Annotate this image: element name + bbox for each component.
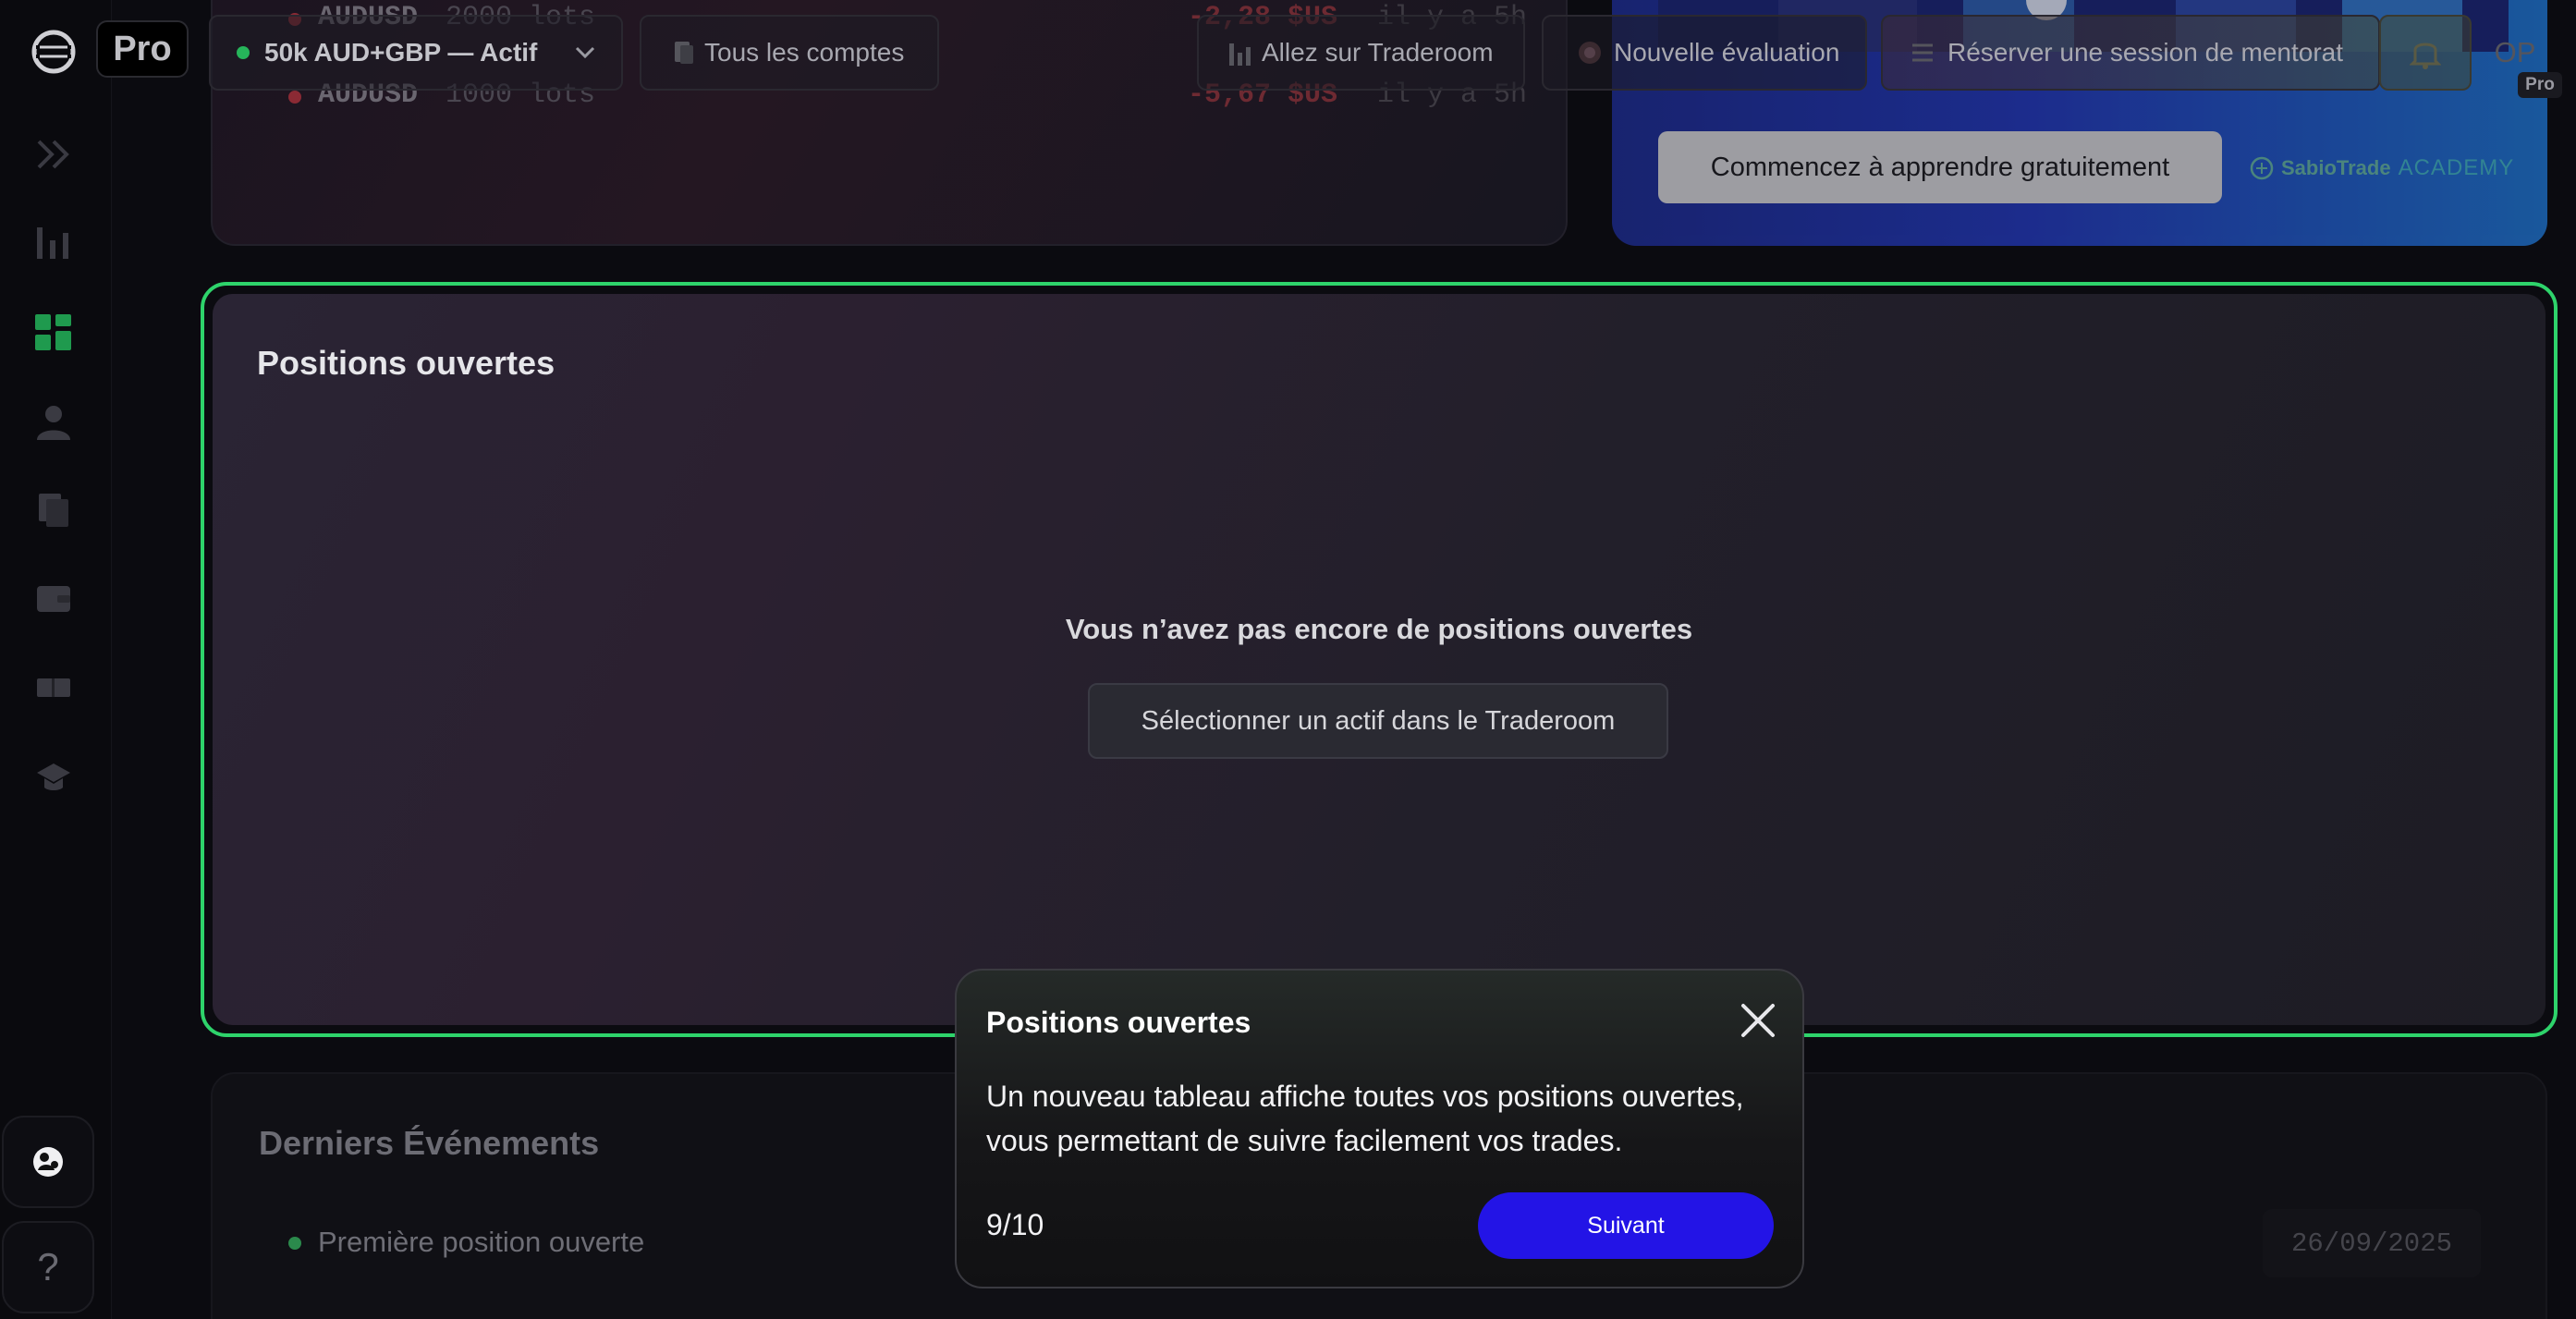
community-button[interactable] — [2, 1116, 94, 1208]
evaluation-icon — [1579, 42, 1601, 64]
start-learning-button[interactable]: Commencez à apprendre gratuitement — [1658, 131, 2222, 203]
new-evaluation-label: Nouvelle évaluation — [1614, 38, 1840, 67]
dashboard-icon[interactable] — [33, 312, 74, 353]
loss-dot — [288, 91, 301, 104]
select-asset-button[interactable]: Sélectionner un actif dans le Traderoom — [1088, 683, 1668, 759]
book-mentoring-button[interactable]: Réserver une session de mentorat — [1881, 15, 2380, 91]
mentoring-label: Réserver une session de mentorat — [1947, 38, 2343, 67]
event-date: 26/09/2025 — [2263, 1209, 2481, 1277]
community-icon — [33, 1147, 63, 1177]
ticket-icon[interactable] — [33, 667, 74, 708]
help-button[interactable]: ? — [2, 1221, 94, 1313]
tour-title: Positions ouvertes — [986, 1006, 1251, 1039]
academy-icon[interactable] — [33, 756, 74, 797]
event-label: Première position ouverte — [318, 1226, 645, 1258]
traderoom-label: Allez sur Traderoom — [1262, 38, 1494, 67]
academy-brand: SabioTrade ACADEMY — [2250, 153, 2514, 184]
all-accounts-label: Tous les comptes — [704, 38, 905, 67]
sidebar: ? — [0, 0, 112, 1319]
notifications-button[interactable] — [2379, 15, 2472, 91]
sabiotrade-logo-icon — [2250, 156, 2274, 180]
expand-icon[interactable] — [33, 134, 74, 175]
positions-title: Positions ouvertes — [257, 344, 555, 382]
account-status-dot — [237, 46, 250, 59]
tour-description: Un nouveau tableau affiche toutes vos po… — [986, 1080, 1744, 1157]
new-evaluation-button[interactable]: Nouvelle évaluation — [1542, 15, 1867, 91]
wallet-icon[interactable] — [33, 579, 74, 619]
open-positions-card: Positions ouvertes Vous n’avez pas encor… — [213, 294, 2545, 1025]
chart-icon[interactable] — [33, 222, 74, 263]
tour-popover: Positions ouvertes Un nouveau tableau af… — [955, 969, 1804, 1288]
academy-brand-suffix: ACADEMY — [2398, 155, 2515, 180]
account-selector[interactable]: 50k AUD+GBP — Actif — [209, 15, 623, 91]
accounts-icon — [675, 42, 693, 64]
events-title: Derniers Événements — [259, 1124, 600, 1162]
tour-step-counter: 9/10 — [986, 1208, 1044, 1241]
account-selector-label: 50k AUD+GBP — Actif — [264, 38, 538, 67]
user-icon[interactable] — [33, 401, 74, 442]
all-accounts-button[interactable]: Tous les comptes — [640, 15, 939, 91]
plan-badge: Pro — [96, 20, 189, 78]
documents-icon[interactable] — [33, 490, 74, 531]
close-icon[interactable] — [1739, 1001, 1777, 1040]
positions-empty-message: Vous n’avez pas encore de positions ouve… — [1065, 613, 1693, 645]
bell-icon — [2410, 43, 2441, 69]
traderoom-button[interactable]: Allez sur Traderoom — [1197, 15, 1525, 91]
chevron-down-icon — [575, 46, 595, 59]
event-status-dot — [288, 1237, 301, 1250]
mentoring-icon — [1912, 43, 1933, 62]
avatar-plan-badge: Pro — [2518, 72, 2562, 98]
help-icon: ? — [37, 1245, 59, 1288]
sabiotrade-logo-icon[interactable] — [31, 29, 77, 75]
app-root: AUDUSD 2000 lots -2,28 $US il y a 5h AUD… — [0, 0, 2576, 1319]
tour-next-button[interactable]: Suivant — [1478, 1192, 1774, 1259]
academy-brand-name: SabioTrade — [2281, 156, 2391, 179]
chart-icon — [1229, 43, 1251, 66]
